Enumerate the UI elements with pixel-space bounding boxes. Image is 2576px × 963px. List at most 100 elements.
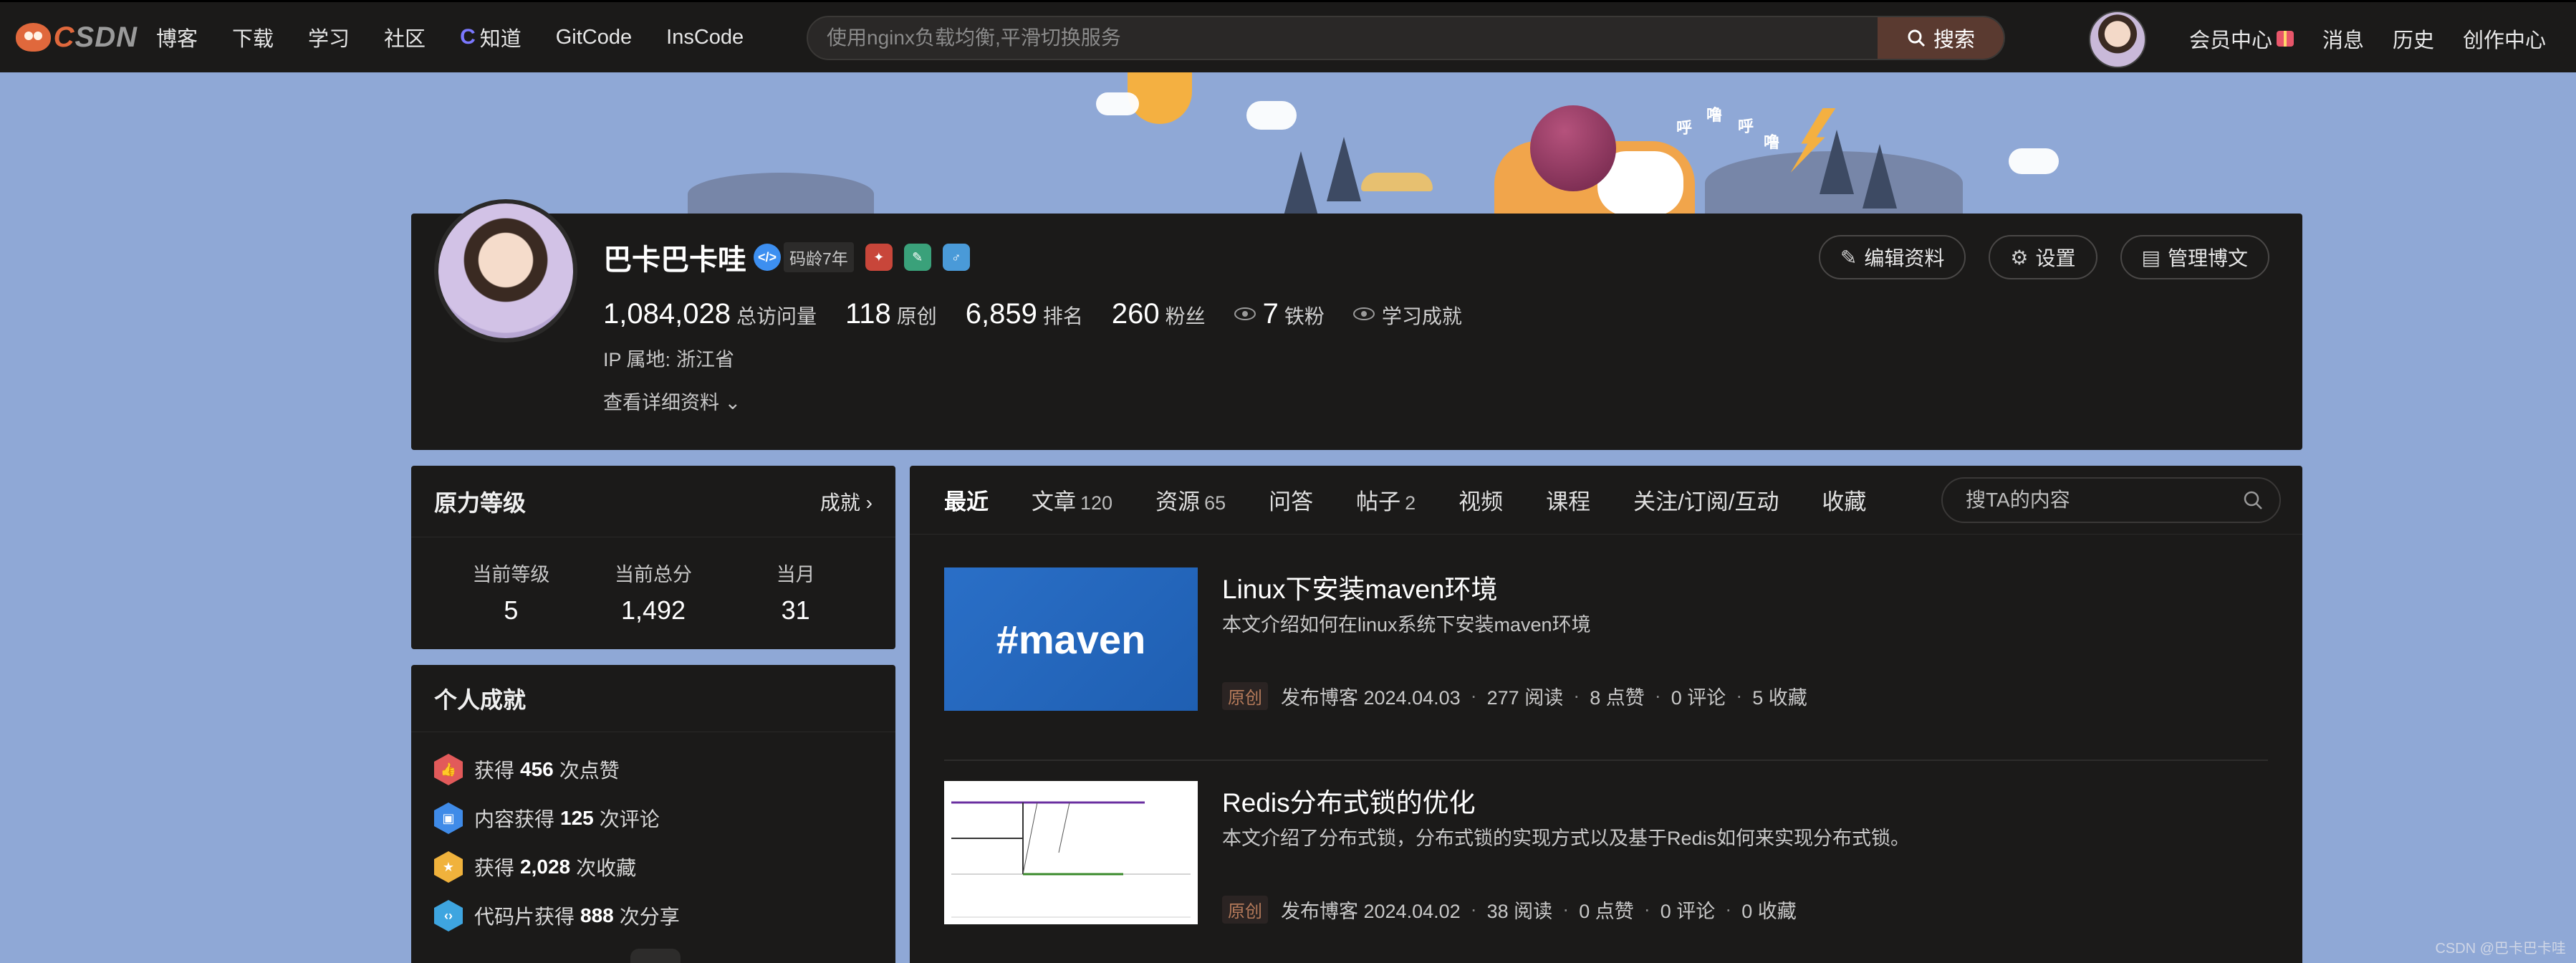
article-title[interactable]: Redis分布式锁的优化 — [1222, 781, 1476, 820]
tab-count: 65 — [1204, 492, 1226, 514]
history-link[interactable]: 历史 — [2393, 24, 2434, 54]
achievement-pre: 代码片获得 — [474, 906, 575, 928]
tab-articles[interactable]: 文章 120 — [1032, 484, 1112, 516]
cloud-illustration — [1096, 92, 1139, 115]
csdn-logo[interactable]: CSDN — [16, 21, 138, 54]
article-published: 发布博客 2024.04.02 — [1281, 901, 1461, 922]
tab-follows[interactable]: 关注/订阅/互动 — [1633, 484, 1779, 516]
onomatopoeia-text: 噜 — [1764, 133, 1780, 151]
verified-icon[interactable]: </> — [754, 244, 781, 271]
hill-illustration — [688, 173, 874, 216]
content-search-input[interactable] — [1943, 489, 2242, 512]
achievement-shares: ‹› 代码片获得 888 次分享 — [434, 891, 873, 940]
separator: · — [1725, 899, 1732, 920]
level-card-title: 原力等级 — [434, 489, 527, 516]
profile-avatar[interactable] — [434, 199, 577, 342]
article-likes: 0 点赞 — [1579, 901, 1634, 922]
search-button-label: 搜索 — [1933, 29, 1975, 52]
nav-download[interactable]: 下载 — [232, 22, 274, 52]
tab-label: 收藏 — [1822, 489, 1867, 514]
separator: · — [1654, 685, 1661, 706]
achievements-card-title: 个人成就 — [434, 686, 527, 713]
achievements-link[interactable]: 成就 › — [820, 487, 873, 516]
tab-posts[interactable]: 帖子 2 — [1356, 484, 1416, 516]
global-search-input[interactable] — [808, 17, 1878, 59]
tab-label: 课程 — [1546, 489, 1591, 514]
separator: · — [1562, 899, 1570, 920]
tab-label: 文章 — [1032, 489, 1076, 514]
chevron-down-icon: ⌄ — [719, 392, 741, 413]
article-title[interactable]: Linux下安装maven环境 — [1222, 567, 1498, 606]
onomatopoeia-text: 呼 — [1738, 118, 1754, 135]
separator: · — [1736, 685, 1743, 706]
stat-label: 排名 — [1042, 305, 1083, 327]
stat-iron-fans[interactable]: 7 铁粉 — [1234, 298, 1325, 330]
article-thumbnail[interactable] — [944, 781, 1198, 924]
separator: · — [1573, 685, 1580, 706]
messages-link[interactable]: 消息 — [2322, 24, 2364, 54]
tab-label: 最近 — [944, 489, 989, 514]
global-search-button[interactable]: 搜索 — [1878, 17, 2004, 59]
stat-fans[interactable]: 260 粉丝 — [1112, 298, 1206, 330]
article-thumbnail[interactable]: #maven — [944, 567, 1198, 711]
article-comments: 0 评论 — [1660, 901, 1716, 922]
gift-icon — [2277, 30, 2294, 47]
expand-more-button[interactable] — [630, 949, 681, 963]
tab-favorites[interactable]: 收藏 — [1822, 484, 1866, 516]
level-card-header: 原力等级 成就 › — [411, 466, 895, 537]
creator-center-link[interactable]: 创作中心 — [2463, 24, 2546, 54]
user-avatar[interactable] — [2089, 11, 2146, 68]
article-published: 发布博客 2024.04.03 — [1281, 687, 1461, 709]
achievement-favorites: ★ 获得 2,028 次收藏 — [434, 843, 873, 891]
logo-text: CSDN — [53, 21, 138, 53]
gender-badge-icon[interactable]: ♂ — [942, 244, 970, 271]
edit-profile-button[interactable]: ✎ 编辑资料 — [1818, 235, 1966, 279]
view-details-label: 查看详细资料 — [603, 392, 719, 413]
search-icon[interactable] — [2242, 489, 2264, 511]
learning-achievements-label: 学习成就 — [1381, 305, 1462, 327]
vip-center-label: 会员中心 — [2189, 29, 2273, 52]
vip-center-link[interactable]: 会员中心 — [2189, 24, 2294, 54]
tab-recent[interactable]: 最近 — [944, 484, 989, 516]
stat-rank[interactable]: 6,859 排名 — [966, 298, 1083, 330]
manage-posts-button[interactable]: ▤ 管理博文 — [2120, 235, 2269, 279]
ip-label: IP 属地: — [603, 349, 671, 370]
tab-resources[interactable]: 资源 65 — [1155, 484, 1226, 516]
learning-achievements[interactable]: 学习成就 — [1352, 301, 1462, 330]
nav-inscode[interactable]: InsCode — [666, 26, 744, 49]
tab-label: 帖子 — [1356, 489, 1401, 514]
ip-location: IP 属地: 浙江省 — [603, 344, 734, 372]
achievement-post: 次分享 — [619, 906, 680, 928]
comment-icon: ▣ — [434, 802, 463, 834]
nav-learn[interactable]: 学习 — [308, 22, 350, 52]
blog-badge-icon[interactable]: ✎ — [903, 244, 931, 271]
zhidao-c-icon: C — [460, 25, 476, 49]
level-this-month: 当月 31 — [724, 559, 867, 626]
edit-icon: ✎ — [1840, 246, 1857, 269]
nav-zhidao[interactable]: C 知道 — [460, 22, 522, 52]
stat-original[interactable]: 118 原创 — [845, 298, 937, 330]
stat-label: 总访问量 — [736, 305, 817, 327]
rocket-badge-icon[interactable]: ✦ — [865, 244, 893, 271]
tab-courses[interactable]: 课程 — [1546, 484, 1590, 516]
csdn-watermark: CSDN @巴卡巴卡哇 — [2435, 941, 2566, 957]
achievement-post: 次评论 — [599, 808, 660, 830]
nav-gitcode[interactable]: GitCode — [556, 26, 632, 49]
separator: · — [1470, 899, 1477, 920]
ip-value: 浙江省 — [676, 349, 735, 370]
settings-button[interactable]: ⚙ 设置 — [1989, 235, 2097, 279]
tab-videos[interactable]: 视频 — [1458, 484, 1503, 516]
gear-icon: ⚙ — [2010, 246, 2029, 269]
article-comments: 0 评论 — [1671, 687, 1726, 709]
stat-total-visits[interactable]: 1,084,028 总访问量 — [603, 298, 817, 330]
achievement-pre: 获得 — [474, 857, 515, 879]
tab-qa[interactable]: 问答 — [1269, 484, 1313, 516]
tab-label: 问答 — [1269, 489, 1314, 514]
view-details-link[interactable]: 查看详细资料 ⌄ — [603, 387, 741, 415]
tree-illustration — [1863, 144, 1897, 209]
article-meta: 原创 发布博客 2024.04.03 · 277 阅读 · 8 点赞 · 0 评论 · … — [1222, 682, 1807, 710]
nav-blog[interactable]: 博客 — [156, 22, 198, 52]
main-nav: 博客 下载 学习 社区 C 知道 GitCode InsCode — [156, 22, 778, 52]
nav-community[interactable]: 社区 — [384, 22, 426, 52]
achievements-card-header: 个人成就 — [411, 665, 895, 732]
